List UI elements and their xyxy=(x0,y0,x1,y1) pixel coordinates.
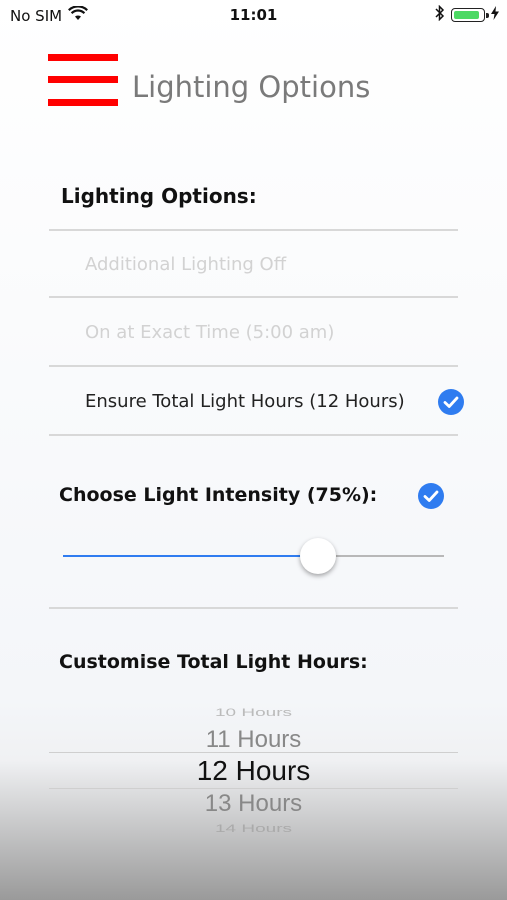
slider-thumb[interactable] xyxy=(300,538,337,574)
intensity-check-icon[interactable] xyxy=(418,483,444,509)
picker-item-selected[interactable]: 12 Hours xyxy=(49,755,458,787)
picker-item[interactable]: 11 Hours xyxy=(49,726,458,754)
app-header: Lighting Options xyxy=(48,50,468,112)
slider-fill xyxy=(63,555,319,557)
hours-picker[interactable]: 10 Hours 11 Hours 12 Hours 13 Hours 14 H… xyxy=(49,700,458,840)
option-ensure-total-light-hours[interactable]: Ensure Total Light Hours (12 Hours) xyxy=(85,391,405,412)
menu-bar-top xyxy=(48,54,118,61)
status-right xyxy=(435,4,499,25)
picker-item[interactable]: 13 Hours xyxy=(49,790,458,818)
ensure-hours-check-icon[interactable] xyxy=(438,389,464,415)
picker-item[interactable]: 14 Hours xyxy=(49,822,458,835)
intensity-slider[interactable] xyxy=(63,538,444,574)
option-additional-lighting-off[interactable]: Additional Lighting Off xyxy=(85,254,286,275)
menu-bar-bottom xyxy=(48,99,118,106)
intensity-heading: Choose Light Intensity (75%): xyxy=(59,484,378,506)
battery-cap xyxy=(486,13,489,18)
picker-item[interactable]: 10 Hours xyxy=(49,706,458,719)
hamburger-menu-icon[interactable] xyxy=(48,54,118,110)
divider xyxy=(49,365,458,367)
page-title: Lighting Options xyxy=(132,70,371,104)
menu-bar-middle xyxy=(48,76,118,83)
light-hours-heading: Customise Total Light Hours: xyxy=(59,651,368,673)
divider xyxy=(49,296,458,298)
divider xyxy=(49,229,458,231)
battery-level xyxy=(454,11,479,19)
picker-selection-line xyxy=(49,752,458,753)
clock: 11:01 xyxy=(229,6,278,24)
option-on-at-exact-time[interactable]: On at Exact Time (5:00 am) xyxy=(85,322,334,343)
status-bar: No SIM 11:01 xyxy=(0,0,507,30)
charging-icon xyxy=(491,6,499,24)
battery-icon xyxy=(451,8,489,22)
divider xyxy=(49,607,458,609)
divider xyxy=(49,434,458,436)
bluetooth-icon xyxy=(435,4,445,25)
lighting-options-heading: Lighting Options: xyxy=(61,184,257,208)
picker-selection-line xyxy=(49,788,458,789)
